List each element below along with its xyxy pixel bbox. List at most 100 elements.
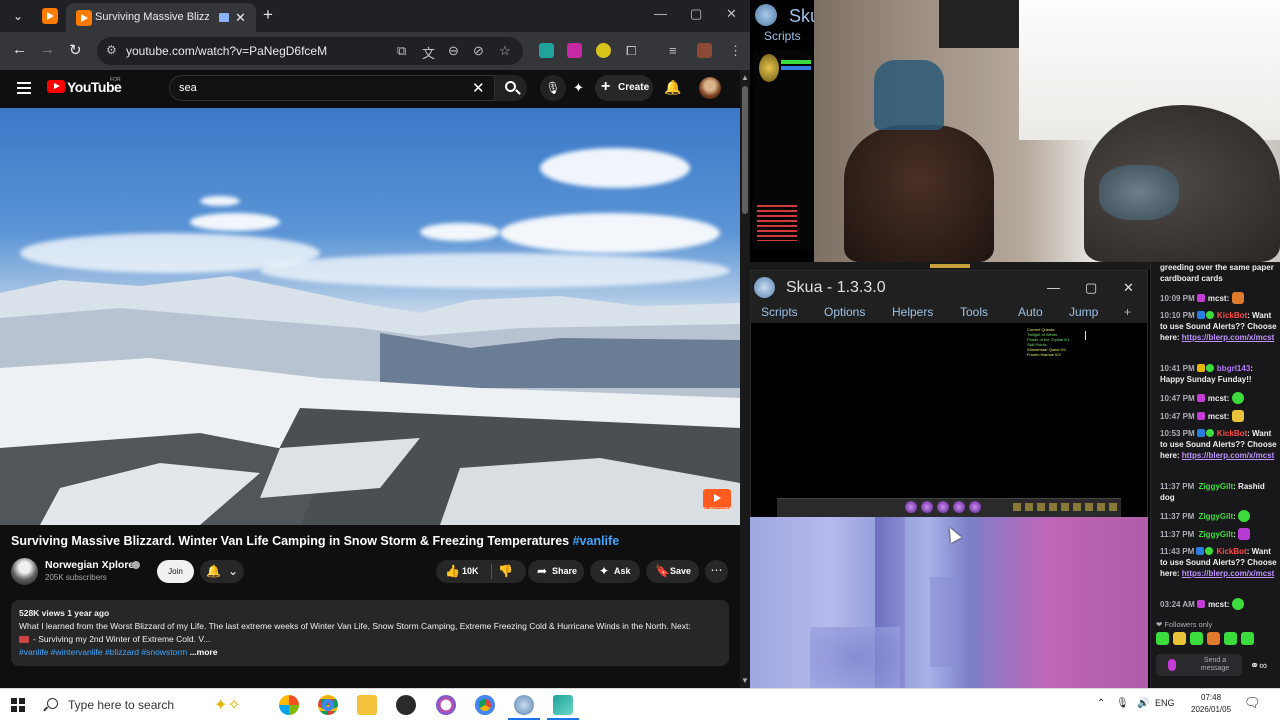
- skua-close-button[interactable]: ✕: [1123, 280, 1134, 296]
- hide-eye-icon[interactable]: ⊘: [473, 43, 484, 59]
- obs-app-icon[interactable]: [396, 695, 416, 715]
- page-scrollbar[interactable]: ▲ ▼: [740, 70, 750, 688]
- chat-username[interactable]: mcst: [1208, 600, 1227, 609]
- chat-username[interactable]: bbgrl143: [1217, 364, 1250, 373]
- browser-menu-icon[interactable]: ⋮: [729, 43, 742, 59]
- scroll-thumb[interactable]: [742, 86, 748, 214]
- skill-orb[interactable]: [937, 501, 949, 513]
- emote-icon[interactable]: [1173, 632, 1186, 645]
- skua-maximize-button[interactable]: ▢: [1085, 280, 1097, 296]
- file-explorer-app-icon[interactable]: [357, 695, 377, 715]
- copilot-app-icon[interactable]: [279, 695, 299, 715]
- extension-1-icon[interactable]: [539, 43, 554, 58]
- chat-settings-icon[interactable]: ⚭∞: [1250, 659, 1267, 672]
- mic-icon[interactable]: [1168, 659, 1176, 671]
- paint-app-icon[interactable]: [436, 695, 456, 715]
- description-line-2-text[interactable]: - Surviving my 2nd Winter of Extreme Col…: [33, 634, 210, 644]
- action-slot[interactable]: [1073, 503, 1081, 511]
- game-action-bar[interactable]: [777, 498, 1121, 518]
- extensions-puzzle-icon[interactable]: ⧠: [626, 43, 636, 59]
- skua-menu-helpers[interactable]: Helpers: [892, 305, 933, 319]
- skua-game-canvas[interactable]: Current Quests: Twilight of Winter Power…: [751, 323, 1147, 518]
- chat-username[interactable]: mcst: [1208, 294, 1227, 303]
- account-avatar[interactable]: [699, 77, 721, 99]
- like-count[interactable]: 10K: [462, 560, 479, 583]
- volume-icon[interactable]: 🔊: [1137, 698, 1149, 709]
- hamburger-menu-icon[interactable]: [17, 82, 31, 94]
- chat-username[interactable]: KickBot: [1217, 429, 1247, 438]
- subscribe-watermark-icon[interactable]: [703, 489, 731, 509]
- join-button[interactable]: Join: [157, 560, 194, 583]
- skua-menu-options[interactable]: Options: [824, 305, 865, 319]
- skua-menu-scripts[interactable]: Scripts: [764, 29, 801, 43]
- tab-close-icon[interactable]: ✕: [235, 10, 246, 26]
- skua-menu-add[interactable]: +: [1124, 305, 1131, 319]
- skill-orb[interactable]: [905, 501, 917, 513]
- skua-menu-tools[interactable]: Tools: [960, 305, 988, 319]
- skua-menu-scripts[interactable]: Scripts: [761, 305, 798, 319]
- chat-link[interactable]: https://blerp.com/x/mcst: [1182, 451, 1274, 460]
- emote-icon[interactable]: [1241, 632, 1254, 645]
- language-indicator[interactable]: ENG: [1155, 698, 1175, 708]
- skill-orb[interactable]: [921, 501, 933, 513]
- channel-name[interactable]: Norwegian Xplorer: [45, 559, 138, 571]
- chat-username[interactable]: KickBot: [1216, 547, 1246, 556]
- forward-arrow-icon[interactable]: →: [40, 41, 55, 58]
- install-app-icon[interactable]: ⧉: [397, 43, 406, 59]
- maximize-button[interactable]: ▢: [690, 6, 702, 22]
- game-app-icon[interactable]: [553, 695, 573, 715]
- scroll-up-icon[interactable]: ▲: [741, 73, 749, 82]
- skua-app-icon[interactable]: [514, 695, 534, 715]
- close-window-button[interactable]: ✕: [726, 6, 737, 22]
- chat-username[interactable]: ZiggyGilt: [1198, 530, 1233, 539]
- notifications-bell-icon[interactable]: 🔔: [664, 79, 681, 96]
- url-text[interactable]: youtube.com/watch?v=PaNegD6fceM: [126, 44, 327, 58]
- dislike-button[interactable]: 👎: [498, 560, 513, 583]
- chat-username[interactable]: ZiggyGilt: [1198, 482, 1233, 491]
- tab-media-icon[interactable]: [219, 13, 229, 22]
- scroll-down-icon[interactable]: ▼: [741, 676, 749, 685]
- start-button[interactable]: [11, 698, 25, 712]
- emote-icon[interactable]: [1190, 632, 1203, 645]
- new-tab-button[interactable]: +: [263, 5, 273, 25]
- search-button[interactable]: [495, 75, 527, 101]
- more-actions-button[interactable]: ⋯: [705, 560, 728, 583]
- taskbar-search-placeholder[interactable]: Type here to search: [68, 698, 174, 712]
- minimize-button[interactable]: —: [654, 6, 667, 21]
- bookmark-star-icon[interactable]: ☆: [499, 43, 511, 59]
- clear-search-icon[interactable]: ✕: [472, 79, 485, 97]
- action-slot[interactable]: [1085, 503, 1093, 511]
- chat-username[interactable]: ZiggyGilt: [1198, 512, 1233, 521]
- gemini-icon[interactable]: ✦: [573, 80, 584, 96]
- video-description[interactable]: 528K views 1 year ago What I learned fro…: [11, 600, 729, 666]
- description-more-button[interactable]: ...more: [190, 647, 218, 657]
- action-slot[interactable]: [1025, 503, 1033, 511]
- voice-search-mic-icon[interactable]: 🎙: [540, 75, 566, 101]
- skua-game-view[interactable]: [753, 50, 813, 250]
- taskbar-search-box[interactable]: Type here to search ✦✧: [36, 689, 264, 720]
- skua-menu-jump[interactable]: Jump: [1069, 305, 1098, 319]
- youtube-logo-icon[interactable]: [47, 80, 65, 93]
- active-tab[interactable]: Surviving Massive Blizzard. ✕: [66, 3, 256, 32]
- create-button[interactable]: + Create: [595, 75, 653, 101]
- chat-input-placeholder[interactable]: Send a message: [1198, 657, 1232, 673]
- emote-icon[interactable]: [1156, 632, 1169, 645]
- pinned-tab-icon[interactable]: [42, 8, 58, 24]
- subscription-notification-button[interactable]: 🔔 ⌄: [200, 560, 244, 583]
- skua-minimize-button[interactable]: —: [1047, 280, 1060, 295]
- site-info-icon[interactable]: ⚙: [106, 43, 117, 57]
- tab-search-chevron-icon[interactable]: ⌄: [8, 6, 28, 26]
- channel-avatar[interactable]: [11, 558, 38, 585]
- action-slot[interactable]: [1013, 503, 1021, 511]
- action-slot[interactable]: [1037, 503, 1045, 511]
- extension-2-icon[interactable]: [567, 43, 582, 58]
- skua-menu-auto[interactable]: Auto: [1018, 305, 1043, 319]
- zoom-icon[interactable]: ⊖: [448, 43, 459, 59]
- profile-icon[interactable]: [697, 43, 712, 58]
- ask-button[interactable]: ✦ Ask: [590, 560, 640, 583]
- taskbar-clock[interactable]: 07:48 2026/01/05: [1191, 692, 1231, 716]
- chat-link[interactable]: https://blerp.com/x/mcst: [1182, 569, 1274, 578]
- translate-icon[interactable]: 文: [422, 43, 435, 62]
- hashtag-links[interactable]: #vanlife #wintervanlife #blizzard #snows…: [19, 647, 187, 657]
- like-button[interactable]: 👍: [445, 560, 460, 583]
